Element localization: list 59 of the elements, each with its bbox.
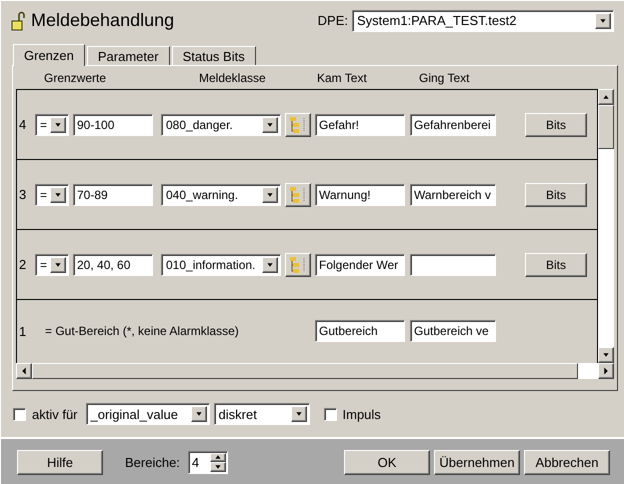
column-header: Kam Text <box>317 70 368 84</box>
checkbox[interactable] <box>13 408 26 420</box>
bits-button[interactable]: Bits <box>525 182 587 206</box>
came-text-field[interactable]: Folgender Wer <box>315 254 405 276</box>
ranges-label: Bereiche: <box>125 454 180 470</box>
went-text-field[interactable]: Gutbereich ve <box>410 320 496 342</box>
came-text-field[interactable]: Warnung! <box>315 184 405 206</box>
column-header: Ging Text <box>419 70 470 84</box>
tab[interactable]: Grenzen <box>13 44 85 66</box>
lock-icon <box>11 10 25 30</box>
tab[interactable]: Parameter <box>86 46 170 65</box>
came-text-field[interactable]: Gefahr! <box>315 114 405 136</box>
went-text-field[interactable]: Warnbereich v <box>410 184 496 206</box>
operator-dropdown[interactable]: = <box>35 184 69 206</box>
tree-icon[interactable] <box>285 112 311 136</box>
tab[interactable]: Status Bits <box>172 46 256 65</box>
came-text-field[interactable]: Gutbereich <box>315 320 405 342</box>
dialog-button[interactable]: Abbrechen <box>524 450 610 474</box>
alert-class-dropdown[interactable]: 010_information. <box>161 254 281 276</box>
good-range-label: = Gut-Bereich (*, keine Alarmklasse) <box>44 324 240 338</box>
spin-up-icon[interactable] <box>210 452 226 462</box>
scroll-up-icon[interactable] <box>598 89 614 105</box>
scroll-down-icon[interactable] <box>598 347 614 363</box>
alert-class-dropdown[interactable]: 080_danger. <box>161 114 281 136</box>
scrollbar-thumb[interactable] <box>598 105 614 149</box>
dpe-label: DPE: <box>318 13 348 28</box>
impulse-label: Impuls <box>342 406 381 422</box>
row-number: 2 <box>18 257 28 272</box>
limit-value-field[interactable]: 90-100 <box>73 114 153 136</box>
spin-down-icon[interactable] <box>210 462 226 472</box>
bits-button[interactable]: Bits <box>525 112 587 136</box>
bits-button[interactable]: Bits <box>525 252 587 276</box>
column-header: Grenzwerte <box>44 70 108 84</box>
scroll-right-icon[interactable] <box>598 363 614 379</box>
went-text-field[interactable]: Gefahrenberei <box>410 114 496 136</box>
went-text-field[interactable] <box>410 254 496 276</box>
ranges-spinbox[interactable]: 4 <box>188 450 228 474</box>
row-number: 3 <box>18 187 28 202</box>
attribute-dropdown[interactable]: _original_value <box>86 403 210 425</box>
window-title: Meldebehandlung <box>31 10 174 31</box>
dpe-dropdown[interactable]: System1:PARA_TEST.test2 <box>352 10 614 32</box>
help-button[interactable]: Hilfe <box>17 450 103 474</box>
checkbox[interactable] <box>324 408 337 420</box>
tree-icon[interactable] <box>285 182 311 206</box>
mode-dropdown[interactable]: diskret <box>214 403 310 425</box>
row-number: 4 <box>18 117 28 132</box>
row-number: 1 <box>18 324 28 338</box>
dialog-button[interactable]: Übernehmen <box>434 450 520 474</box>
operator-dropdown[interactable]: = <box>35 114 69 136</box>
limit-value-field[interactable]: 70-89 <box>73 184 153 206</box>
vertical-scrollbar[interactable] <box>598 89 614 363</box>
operator-dropdown[interactable]: = <box>35 254 69 276</box>
active-for-label: aktiv für <box>32 406 78 422</box>
dialog-button[interactable]: OK <box>344 450 430 474</box>
scroll-left-icon[interactable] <box>16 363 32 379</box>
alert-class-dropdown[interactable]: 040_warning. <box>161 184 281 206</box>
column-header: Meldeklasse <box>199 70 267 84</box>
tree-icon[interactable] <box>285 252 311 276</box>
limit-value-field[interactable]: 20, 40, 60 <box>73 254 153 276</box>
